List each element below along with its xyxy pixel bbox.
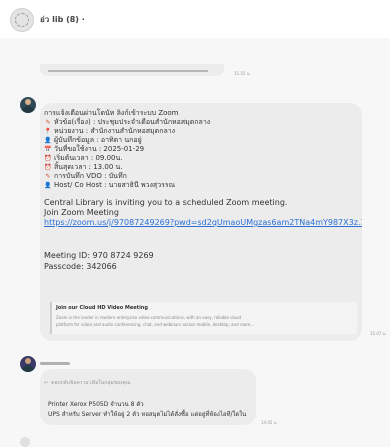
recorder-text: ผู้บันทึกข้อมูล : อาทิตา นกอยู่ <box>54 136 142 144</box>
message-time: 15.55 น. <box>234 71 251 76</box>
pencil-icon: ✎ <box>45 119 51 126</box>
host-text: Host/ Co Host : นายสาธินี พวงสุวรรณ <box>54 181 176 189</box>
join-text: Join Zoom Meeting <box>44 208 119 217</box>
end-time-line: ⏰ สิ้นสุดเวลา : 13.00 น. <box>44 163 123 172</box>
recording-line: ✎ การบันทึก VDO : บันทึก <box>44 172 127 181</box>
recorder-line: 👤 ผู้บันทึกข้อมูล : อาทิตา นกอยู่ <box>44 136 142 145</box>
message-time: 14.05 น. <box>261 420 278 425</box>
start-time-text: เริ่มต้นเวลา : 09.00น. <box>54 154 123 162</box>
message-time: 15.07 น. <box>370 331 387 336</box>
topic-text: หัวข้อ(เรื่อง) : ประชุมประจำเดือนสำนักหอ… <box>54 118 211 126</box>
zoom-meeting-link[interactable]: https://zoom.us/j/97087249269?pwd=sd2qUm… <box>44 218 362 228</box>
blurred-text <box>48 70 208 72</box>
date-line: 📅 วันที่ขอใช้งาน : 2025-01-29 <box>44 145 144 154</box>
group-avatar[interactable] <box>10 8 34 32</box>
date-text: วันที่ขอใช้งาน : 2025-01-29 <box>54 145 145 153</box>
sender-name-blurred <box>40 362 70 365</box>
notice-title-text: การแจ้งเตือนผ่านโดนัท ลิงก์เข้าระบบ Zoom <box>44 109 179 117</box>
reply-quote[interactable]: ↩ ตอบกลับข้อความ เดิมในกลุ่มของคุณ <box>44 379 131 387</box>
person-icon: 👤 <box>44 182 52 189</box>
clock-icon: ⏰ <box>44 164 52 171</box>
person-icon: 👤 <box>44 137 52 144</box>
chat-header: อ่ว lib (8) · <box>0 0 390 38</box>
meeting-id: Meeting ID: 970 8724 9269 <box>44 251 154 260</box>
start-time-line: ⏰ เริ่มต้นเวลา : 09.00น. <box>44 154 123 163</box>
link-preview-card[interactable]: Join our Cloud HD Video Meeting Zoom is … <box>50 302 357 334</box>
host-line: 👤 Host/ Co Host : นายสาธินี พวงสุวรรณ <box>44 181 175 190</box>
clock-icon: ⏰ <box>44 155 52 162</box>
invite-text: Central Library is inviting you to a sch… <box>44 198 288 207</box>
notice-title: การแจ้งเตือนผ่านโดนัท ลิงก์เข้าระบบ Zoom <box>44 109 179 118</box>
avatar-head <box>25 99 31 105</box>
department-line: 📍 หน่วยงาน : สำนักงานสำนักหอสมุดกลาง <box>44 127 175 136</box>
avatar-head <box>25 358 31 364</box>
end-time-text: สิ้นสุดเวลา : 13.00 น. <box>54 163 123 171</box>
group-name[interactable]: อ่ว lib (8) · <box>40 13 85 26</box>
message-line: UPS สำหรับ Server ทำให้อยู่ 2 ตัว หอสมุด… <box>48 411 247 418</box>
group-avatar-ring <box>15 13 29 27</box>
recording-text: การบันทึก VDO : บันทึก <box>54 172 127 180</box>
sender-avatar[interactable] <box>20 97 36 113</box>
reply-arrow-icon: ↩ <box>44 380 49 386</box>
previous-message-bubble[interactable] <box>40 64 224 76</box>
topic-line: ✎ หัวข้อ(เรื่อง) : ประชุมประจำเดือนสำนักห… <box>44 118 210 127</box>
sender-avatar[interactable] <box>20 437 30 447</box>
preview-description: Zoom is the leader in modern enterprise … <box>56 315 242 320</box>
calendar-icon: 📅 <box>44 146 52 153</box>
preview-title: Join our Cloud HD Video Meeting <box>56 305 148 311</box>
reply-message-bubble[interactable]: ↩ ตอบกลับข้อความ เดิมในกลุ่มของคุณ Printe… <box>40 369 256 425</box>
department-text: หน่วยงาน : สำนักงานสำนักหอสมุดกลาง <box>54 127 176 135</box>
zoom-invite-bubble[interactable]: การแจ้งเตือนผ่านโดนัท ลิงก์เข้าระบบ Zoom… <box>40 103 362 341</box>
avatar-body <box>22 365 34 372</box>
avatar-body <box>22 106 34 113</box>
reply-quote-text: ตอบกลับข้อความ เดิมในกลุ่มของคุณ <box>51 380 131 386</box>
preview-description-2: platform for video and audio conferencin… <box>56 322 255 327</box>
pin-icon: 📍 <box>44 128 52 135</box>
sender-avatar[interactable] <box>20 356 36 372</box>
passcode: Passcode: 342066 <box>44 262 117 271</box>
message-line: Printer Xerox P505D จำนวน 8 ตัว <box>48 401 144 408</box>
pencil-icon: ✎ <box>45 173 51 180</box>
